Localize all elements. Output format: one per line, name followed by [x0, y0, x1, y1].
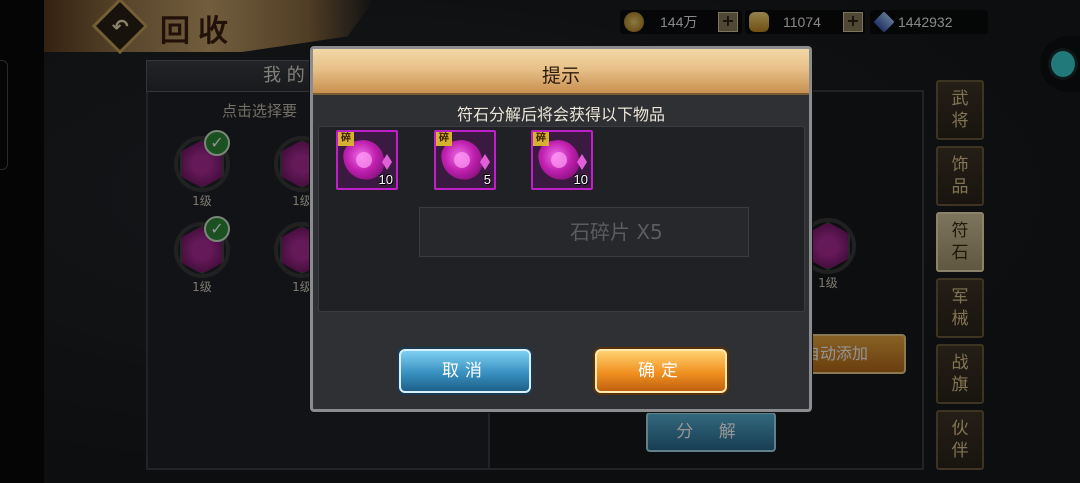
- item-quantity: 10: [378, 172, 393, 187]
- fragment-tag: 碎: [338, 132, 354, 146]
- fragment-tag: 碎: [533, 132, 549, 146]
- device-bezel: [0, 0, 44, 483]
- bezel-notch: [0, 60, 8, 170]
- item-quantity: 5: [483, 172, 491, 187]
- decompose-confirm-dialog: 提示 符石分解后将会获得以下物品 石碎片 X5 碎 10 碎 5 碎 10 取消…: [310, 46, 812, 412]
- reward-item[interactable]: 碎 10: [336, 130, 398, 190]
- reward-item[interactable]: 碎 10: [531, 130, 593, 190]
- confirm-button[interactable]: 确定: [595, 349, 727, 393]
- reward-items-area: 石碎片 X5 碎 10 碎 5 碎 10: [318, 126, 805, 312]
- item-quantity: 10: [573, 172, 588, 187]
- gem-core: [356, 152, 372, 168]
- dialog-subtitle: 符石分解后将会获得以下物品: [456, 105, 665, 124]
- dialog-title: 提示: [541, 65, 580, 87]
- reward-item[interactable]: 碎 5: [434, 130, 496, 190]
- cancel-button[interactable]: 取消: [399, 349, 531, 393]
- fragment-tag: 碎: [436, 132, 452, 146]
- gem-core: [454, 152, 470, 168]
- gem-core: [551, 152, 567, 168]
- background-fragment-label: 石碎片 X5: [419, 207, 749, 257]
